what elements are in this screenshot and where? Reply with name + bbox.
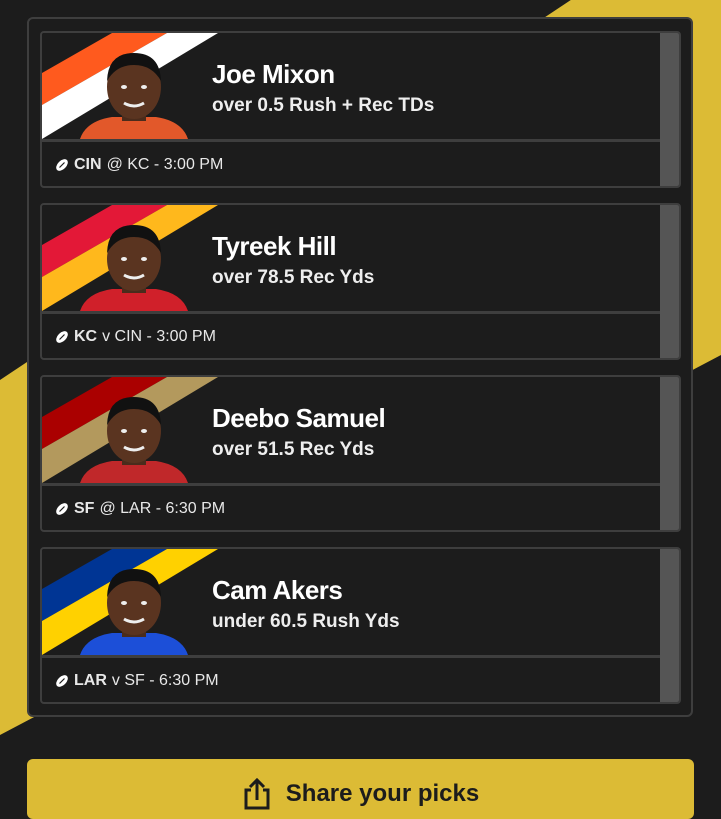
football-icon [56, 503, 68, 515]
game-info: CIN @ KC - 3:00 PM [55, 156, 223, 174]
player-name: Tyreek Hill [212, 231, 337, 261]
divider [42, 655, 662, 658]
pick-card-header: Joe Mixon over 0.5 Rush + Rec TDs [42, 33, 662, 139]
team-abbr: KC [74, 328, 98, 345]
divider [42, 311, 662, 314]
game-info: KC v CIN - 3:00 PM [55, 328, 216, 346]
share-picks-button[interactable]: Share your picks [27, 759, 694, 819]
player-photo [80, 225, 188, 311]
matchup-time: v CIN - 3:00 PM [102, 328, 216, 345]
pick-card[interactable]: Deebo Samuel over 51.5 Rec Yds SF @ LAR … [40, 375, 681, 532]
pick-card-header: Cam Akers under 60.5 Rush Yds [42, 549, 662, 655]
player-name: Cam Akers [212, 575, 343, 605]
card-edge [660, 205, 679, 358]
matchup-time: v SF - 6:30 PM [111, 672, 219, 689]
pick-card-header: Deebo Samuel over 51.5 Rec Yds [42, 377, 662, 483]
divider [42, 483, 662, 486]
pick-card[interactable]: Cam Akers under 60.5 Rush Yds LAR v SF -… [40, 547, 681, 704]
player-photo [80, 397, 188, 483]
card-edge [660, 377, 679, 530]
team-abbr: CIN [74, 156, 102, 173]
divider [42, 139, 662, 142]
game-info: SF @ LAR - 6:30 PM [55, 500, 225, 518]
share-picks-label: Share your picks [285, 780, 480, 807]
player-name: Joe Mixon [212, 59, 335, 89]
card-edge [660, 549, 679, 702]
pick-prop: over 51.5 Rec Yds [212, 439, 375, 460]
card-edge [660, 33, 679, 186]
matchup-time: @ KC - 3:00 PM [106, 156, 224, 173]
pick-prop: over 0.5 Rush + Rec TDs [212, 95, 435, 116]
pick-prop: under 60.5 Rush Yds [212, 611, 400, 632]
football-icon [56, 331, 68, 343]
game-info: LAR v SF - 6:30 PM [55, 672, 219, 690]
player-photo [80, 569, 188, 655]
pick-card-header: Tyreek Hill over 78.5 Rec Yds [42, 205, 662, 311]
team-abbr: SF [74, 500, 95, 517]
pick-card[interactable]: Joe Mixon over 0.5 Rush + Rec TDs CIN @ … [40, 31, 681, 188]
player-name: Deebo Samuel [212, 403, 386, 433]
share-icon [244, 778, 270, 810]
team-abbr: LAR [74, 672, 107, 689]
player-photo [80, 53, 188, 139]
football-icon [56, 159, 68, 171]
pick-card[interactable]: Tyreek Hill over 78.5 Rec Yds KC v CIN -… [40, 203, 681, 360]
matchup-time: @ LAR - 6:30 PM [99, 500, 226, 517]
football-icon [56, 675, 68, 687]
pick-prop: over 78.5 Rec Yds [212, 267, 375, 288]
